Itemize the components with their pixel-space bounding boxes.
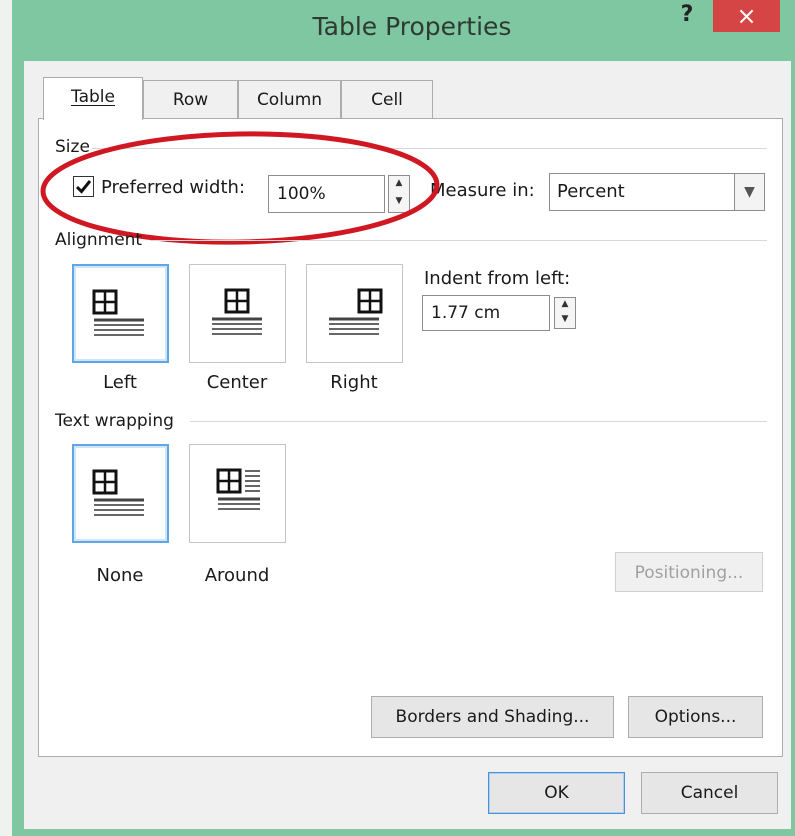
- text-wrapping-divider: [190, 421, 767, 422]
- indent-spinner[interactable]: ▲ ▼: [554, 297, 576, 329]
- alignment-group-label: Alignment: [55, 230, 143, 250]
- align-right-icon: [329, 288, 383, 335]
- ok-button[interactable]: OK: [488, 772, 625, 814]
- align-left-icon: [92, 289, 144, 336]
- wrap-around-option[interactable]: [189, 444, 286, 543]
- alignment-divider: [150, 240, 767, 241]
- align-center-option[interactable]: [189, 264, 286, 363]
- tab-table[interactable]: Table: [43, 77, 143, 120]
- borders-and-shading-button[interactable]: Borders and Shading...: [371, 696, 614, 738]
- text-wrapping-group-label: Text wrapping: [55, 411, 174, 431]
- help-icon[interactable]: ?: [672, 2, 702, 38]
- background-strip: [0, 0, 12, 836]
- chevron-down-icon[interactable]: ▼: [734, 174, 764, 210]
- spin-down-icon[interactable]: ▼: [555, 313, 575, 328]
- options-button[interactable]: Options...: [628, 696, 763, 738]
- tab-row[interactable]: Row: [143, 80, 238, 119]
- indent-from-left-input[interactable]: 1.77 cm: [422, 295, 550, 331]
- positioning-button[interactable]: Positioning...: [615, 552, 763, 592]
- align-right-option[interactable]: [306, 264, 403, 363]
- wrap-none-label: None: [96, 565, 144, 586]
- wrap-around-icon: [216, 468, 260, 510]
- align-left-label: Left: [103, 372, 137, 393]
- indent-from-left-label: Indent from left:: [424, 268, 571, 289]
- cancel-button[interactable]: Cancel: [641, 772, 778, 814]
- measure-in-select[interactable]: Percent ▼: [549, 173, 765, 211]
- wrap-around-label: Around: [204, 565, 270, 586]
- align-center-label: Center: [206, 372, 268, 393]
- wrap-none-icon: [92, 469, 144, 516]
- tab-cell[interactable]: Cell: [341, 80, 433, 119]
- spin-up-icon[interactable]: ▲: [555, 298, 575, 313]
- wrap-none-option[interactable]: [72, 444, 169, 543]
- align-right-label: Right: [330, 372, 378, 393]
- close-button[interactable]: ×: [713, 0, 780, 32]
- align-left-option[interactable]: [72, 264, 169, 363]
- tab-column[interactable]: Column: [238, 80, 341, 119]
- measure-in-value: Percent: [557, 181, 625, 202]
- align-center-icon: [212, 288, 262, 335]
